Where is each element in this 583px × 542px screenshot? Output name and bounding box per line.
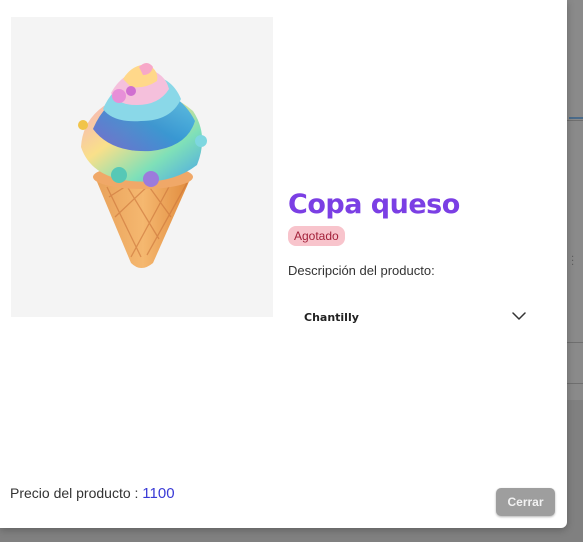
more-options-icon: · · · bbox=[571, 252, 575, 271]
product-modal: Copa queso Agotado Descripción del produ… bbox=[0, 0, 567, 528]
product-image bbox=[11, 17, 273, 317]
background-divider bbox=[567, 342, 583, 343]
price-value: 1100 bbox=[142, 485, 175, 502]
description-label: Descripción del producto: bbox=[288, 263, 435, 278]
background-divider bbox=[567, 120, 583, 121]
close-button[interactable]: Cerrar bbox=[496, 488, 555, 516]
background-accent bbox=[569, 117, 583, 119]
chevron-down-icon bbox=[512, 312, 526, 320]
status-badge: Agotado bbox=[288, 226, 345, 246]
background-panel bbox=[567, 0, 583, 400]
price-label: Precio del producto : bbox=[10, 485, 143, 501]
background-divider bbox=[567, 383, 583, 384]
description-select[interactable]: Chantilly bbox=[290, 301, 538, 333]
product-price: Precio del producto : 1100 bbox=[10, 485, 175, 502]
product-info: Copa queso Agotado bbox=[288, 187, 548, 246]
product-title: Copa queso bbox=[288, 189, 460, 220]
ice-cream-cone-icon bbox=[78, 63, 207, 268]
description-select-value: Chantilly bbox=[304, 310, 359, 324]
